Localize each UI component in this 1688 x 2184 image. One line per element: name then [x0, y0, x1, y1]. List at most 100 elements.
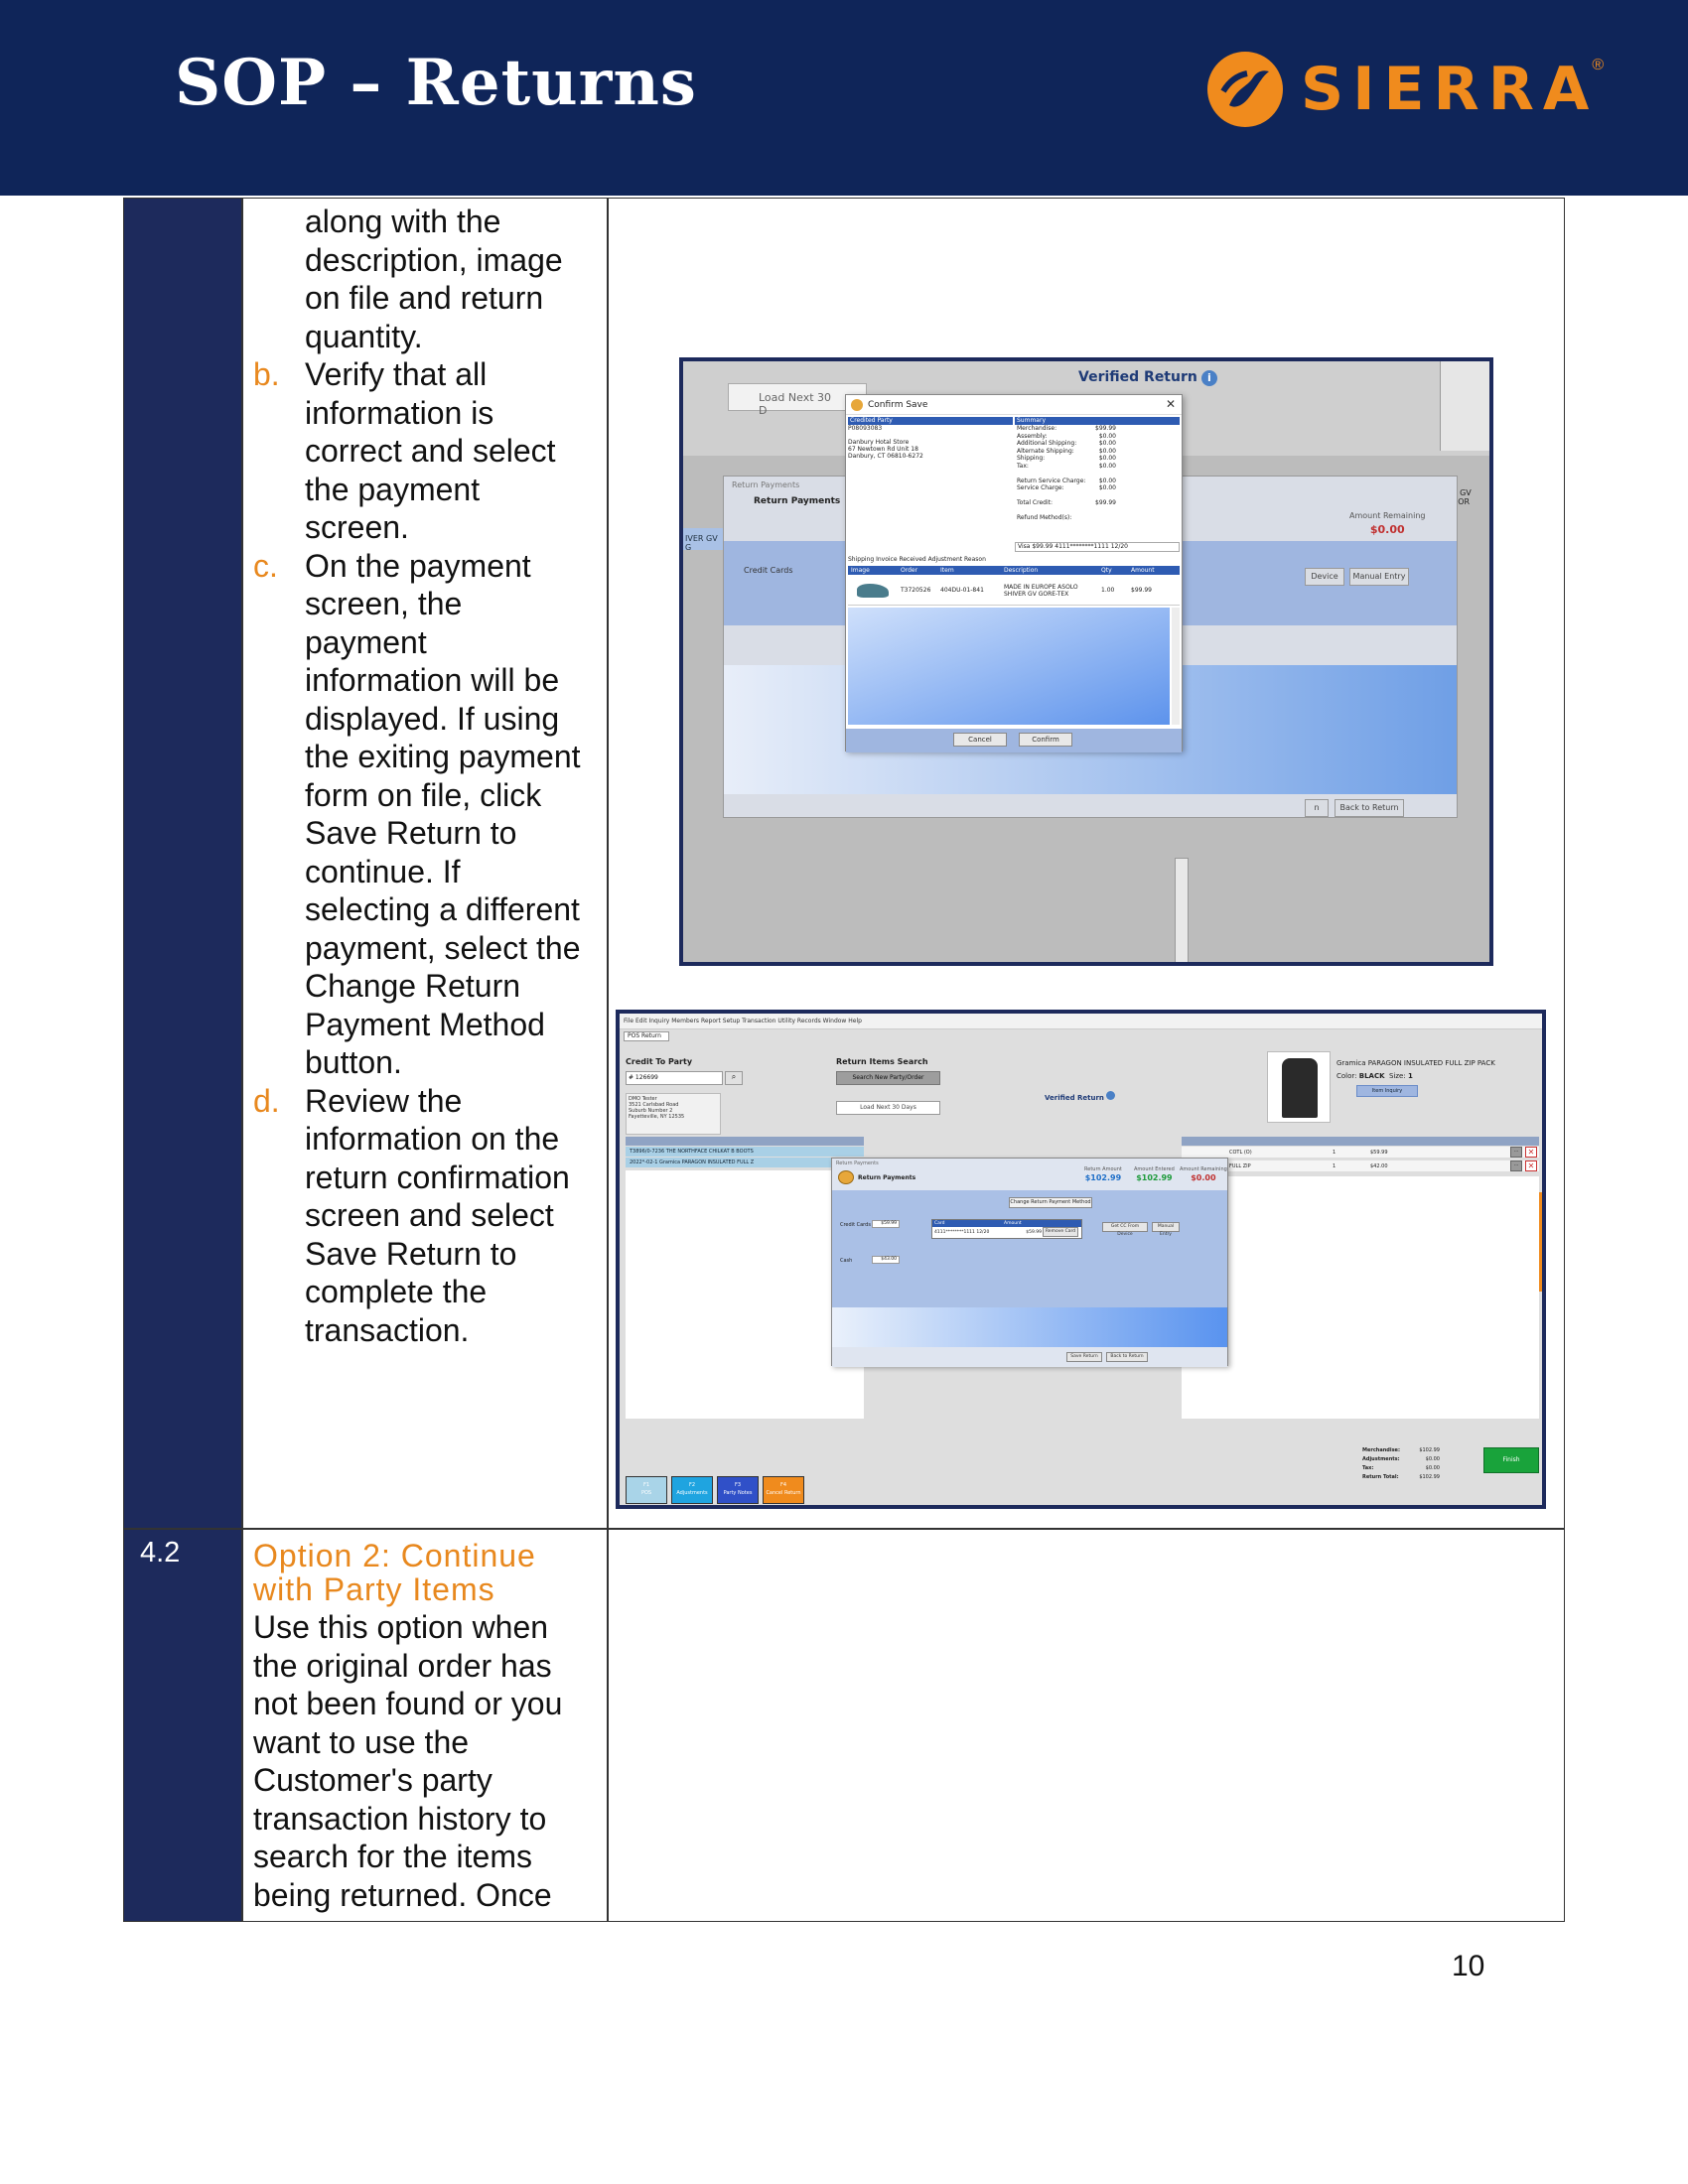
delete-icon[interactable]: ✕: [1525, 1147, 1537, 1158]
shoe-image: [857, 583, 889, 598]
more-icon[interactable]: ···: [1510, 1160, 1522, 1171]
instruction-line: along with the: [305, 204, 501, 239]
cash-label: Cash: [840, 1258, 853, 1264]
step-number: 4.2: [140, 1537, 181, 1569]
table-row[interactable]: T3896/0-7236 THE NORTHFACE CHILKAT B BOO…: [626, 1147, 864, 1157]
summary-row: [1017, 470, 1116, 478]
back-to-return-button[interactable]: Back to Return: [1335, 799, 1404, 817]
dialog-heading: Return Payments: [858, 1174, 916, 1181]
menu-bar[interactable]: File Edit Inquiry Members Report Setup T…: [620, 1014, 1542, 1029]
summary-row: Refund Method(s):: [1017, 514, 1072, 521]
total-row: Tax: $0.00: [1362, 1465, 1440, 1471]
document-title: SOP – Returns: [175, 46, 697, 120]
search-new-party-button[interactable]: Search New Party/Order: [836, 1071, 940, 1085]
verified-return-label: Verified Return: [1045, 1091, 1116, 1102]
table-row[interactable]: FULL ZIP 1 $42.00: [1182, 1160, 1539, 1172]
function-key-f4[interactable]: F4 Cancel Return: [763, 1476, 804, 1504]
party-line: [848, 432, 997, 439]
item-inquiry-button[interactable]: Item Inquiry: [1356, 1085, 1418, 1097]
cash-amount[interactable]: $43.00: [872, 1256, 900, 1264]
more-icon[interactable]: ···: [1510, 1147, 1522, 1158]
table-row[interactable]: 2022*-02-1 Gramica PARAGON INSULATED FUL…: [626, 1158, 864, 1167]
return-payments-dialog: Return Payments Return Payments Return A…: [831, 1158, 1228, 1367]
search-icon[interactable]: ⌕: [725, 1071, 743, 1085]
body-line: Customer's party: [253, 1762, 492, 1798]
return-items-search-label: Return Items Search: [836, 1057, 928, 1066]
table-row[interactable]: T3720526 404DU-01-841 MADE IN EUROPE ASO…: [848, 576, 1180, 606]
summary-row: Service Charge: $0.00: [1017, 484, 1116, 491]
function-key-f2[interactable]: F2 Adjustments: [671, 1476, 713, 1504]
step-instructions: along with the description, image on file …: [253, 203, 611, 1349]
party-line: P08093083: [848, 425, 883, 432]
instruction-line: information on the: [305, 1121, 560, 1157]
summary-row: Return Service Charge: $0.00: [1017, 477, 1116, 484]
summary-row: [1017, 492, 1116, 500]
list-item: d. Review the information on the return con…: [253, 1082, 611, 1350]
credited-party-info: P08093083 Danbury Hotal Store 67 Newtown …: [848, 425, 997, 460]
left-grid-header: [626, 1137, 864, 1146]
info-icon[interactable]: [1106, 1091, 1116, 1100]
change-payment-method-button[interactable]: Change Return Payment Method: [1009, 1197, 1092, 1208]
instruction-line: screen.: [305, 509, 409, 545]
confirm-save-dialog: Confirm Save ✕ Credited Party Summary P0…: [845, 394, 1183, 752]
product-thumbnail: [1440, 361, 1489, 451]
scrollbar[interactable]: [1175, 858, 1189, 962]
instruction-line: the payment: [305, 471, 481, 507]
function-key-f3[interactable]: F3 Party Notes: [717, 1476, 759, 1504]
table-row[interactable]: COTL (O) 1 $59.99: [1182, 1147, 1539, 1159]
total-row: Adjustments: $0.00: [1362, 1456, 1440, 1462]
refund-method-row[interactable]: Visa $99.99 4111********1111 12/20: [1015, 542, 1180, 552]
summary-row: Total Credit: $99.99: [1017, 499, 1116, 506]
instruction-line: Save Return to: [305, 815, 517, 851]
load-next-30-button[interactable]: Load Next 30 Days: [836, 1101, 940, 1115]
manual-entry-button[interactable]: Manual Entry: [1349, 568, 1409, 586]
save-return-button[interactable]: Save Return: [1066, 1352, 1102, 1362]
instruction-line: On the payment: [305, 547, 531, 584]
product-details: Gramica PARAGON INSULATED FULL ZIP PACK …: [1336, 1059, 1495, 1080]
party-line: Danbury, CT 06810-6272: [848, 453, 923, 460]
info-icon[interactable]: i: [1200, 370, 1217, 386]
instruction-line: Payment Method: [305, 1006, 545, 1042]
instruction-line: transaction.: [305, 1311, 470, 1348]
instruction-line: continue. If: [305, 853, 461, 889]
card-device-button[interactable]: Device: [1305, 568, 1344, 586]
close-icon[interactable]: ✕: [1166, 397, 1176, 411]
confirm-button[interactable]: Confirm: [1019, 733, 1072, 747]
total-row: Return Total: $102.99: [1362, 1474, 1440, 1480]
return-totals: Merchandise: $102.99 Adjustments: $0.00 Tax:…: [1362, 1446, 1440, 1482]
tab-pos-return[interactable]: POS Return: [624, 1031, 669, 1041]
credit-cards-amount[interactable]: $59.99: [872, 1220, 900, 1228]
save-return-button[interactable]: n: [1305, 799, 1329, 817]
list-marker: d.: [253, 1082, 280, 1119]
section-header: Credited Party: [848, 417, 1013, 425]
summary-row: [1017, 507, 1116, 515]
function-key-f1[interactable]: F1 POS: [626, 1476, 667, 1504]
total-row: Merchandise: $102.99: [1362, 1447, 1440, 1453]
finish-button[interactable]: Finish: [1483, 1447, 1539, 1473]
party-card: DMO Tester 3521 Carlsbad Road Suburb Numbe…: [626, 1093, 721, 1135]
delete-icon[interactable]: ✕: [1525, 1160, 1537, 1171]
body-line: want to use the: [253, 1723, 470, 1760]
sierra-logo: SIERRA ®: [1203, 48, 1604, 131]
manual-entry-button[interactable]: Manual Entry: [1152, 1222, 1180, 1237]
remove-card-button[interactable]: Remove Card: [1043, 1227, 1078, 1237]
body-line: search for the items: [253, 1839, 532, 1874]
list-item-text: Review the information on the return confi…: [305, 1082, 611, 1350]
party-search-input[interactable]: # 126699: [626, 1071, 723, 1085]
instruction-line: button.: [305, 1044, 402, 1080]
cancel-button[interactable]: Cancel: [953, 733, 1007, 747]
instruction-line: correct and select: [305, 433, 556, 469]
scrollbar[interactable]: [1172, 608, 1180, 725]
step-number-column: [124, 199, 241, 1921]
summary-info: Merchandise: $99.99 Assembly: $0.00 Addition…: [1017, 425, 1176, 522]
credit-cards-label: Credit Cards: [840, 1222, 871, 1228]
list-item-text: On the payment screen, the payment informat…: [305, 547, 611, 1082]
instruction-line: Save Return to: [305, 1235, 517, 1272]
credit-to-party-label: Credit To Party: [626, 1057, 693, 1066]
summary-row: Shipping: $0.00: [1017, 455, 1116, 462]
instruction-line: screen, the: [305, 586, 463, 621]
amount-remaining: Amount Remaining $0.00: [1180, 1166, 1227, 1182]
card-device-button[interactable]: Get CC From Device: [1102, 1222, 1148, 1237]
instruction-line: displayed. If using: [305, 700, 560, 737]
back-to-return-button[interactable]: Back to Return: [1106, 1352, 1148, 1362]
